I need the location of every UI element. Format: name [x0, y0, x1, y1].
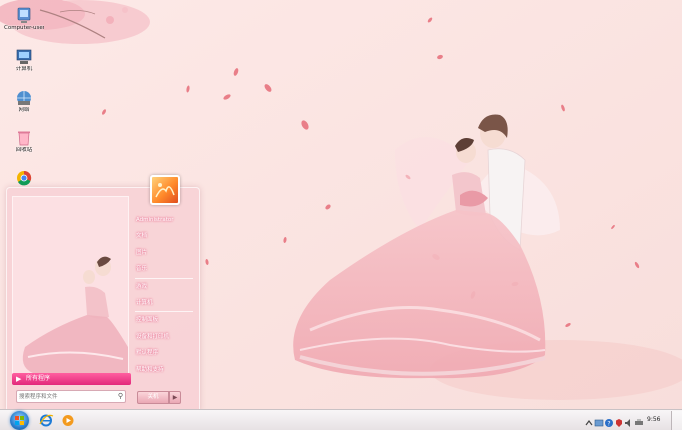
menu-item-help-support[interactable]: 帮助和支持 [131, 362, 197, 378]
menu-wallpaper-image [13, 197, 128, 373]
tray-security-icon[interactable] [614, 414, 624, 427]
search-icon[interactable]: ⚲ [118, 391, 123, 402]
menu-item-pictures[interactable]: 图片 [131, 245, 197, 261]
menu-item-default-programs[interactable]: 默认程序 [131, 345, 197, 361]
start-menu: ▶ 所有程序 ⚲ Administrator 文档 图片 音乐 游戏 计算机 控… [6, 187, 200, 412]
menu-item-games[interactable]: 游戏 [131, 279, 197, 295]
tray-volume-icon[interactable] [624, 414, 634, 427]
network-icon [17, 91, 31, 105]
all-programs-button[interactable]: ▶ 所有程序 [12, 373, 131, 385]
taskbar-ie-button[interactable] [38, 413, 54, 428]
menu-item-documents[interactable]: 文档 [131, 228, 197, 244]
menu-item-devices-printers[interactable]: 设备和打印机 [131, 329, 197, 345]
tray-printer-icon[interactable] [634, 414, 644, 426]
desktop-icon-label: 回收站 [15, 147, 33, 153]
all-programs-label: 所有程序 [26, 375, 51, 382]
media-player-icon [62, 415, 74, 426]
start-search-input[interactable] [19, 391, 111, 402]
menu-item-computer[interactable]: 计算机 [131, 295, 197, 311]
recycle-bin-icon [18, 131, 30, 146]
menu-item-control-panel[interactable]: 控制面板 [131, 312, 197, 328]
desktop-icon-recycle-bin[interactable]: 回收站 [4, 129, 44, 154]
desktop-icon-computer2[interactable]: 计算机 [4, 48, 44, 73]
taskbar-clock[interactable]: 9:56 [647, 415, 660, 425]
windows-logo-icon [15, 416, 24, 425]
tray-help-icon[interactable]: ? [604, 414, 614, 427]
taskbar-media-button[interactable] [60, 413, 76, 428]
user-avatar-icon [155, 183, 175, 198]
pc-icon [16, 49, 32, 64]
desktop-icon-computer[interactable]: Computer-user [4, 7, 44, 32]
ie-icon [39, 414, 54, 427]
desktop-icon-browser[interactable] [4, 169, 44, 187]
start-button[interactable] [10, 411, 29, 430]
arrow-right-icon: ▶ [16, 375, 22, 383]
show-desktop-button[interactable] [671, 411, 682, 430]
desktop: Computer-user 计算机 网络 回收站 ▶ 所有程序 搜索程序和文件 … [0, 0, 682, 430]
start-search-box[interactable]: ⚲ [16, 390, 126, 403]
tray-network-icon[interactable] [594, 414, 604, 427]
start-menu-places-pane: Administrator 文档 图片 音乐 游戏 计算机 控制面板 设备和打印… [131, 212, 197, 378]
tray-expand-icon[interactable] [584, 414, 594, 426]
desktop-icon-label: 网络 [18, 107, 30, 113]
monitor-icon [17, 7, 31, 23]
shutdown-button[interactable]: 关机 [137, 391, 169, 404]
desktop-icon-network[interactable]: 网络 [4, 89, 44, 114]
desktop-icon-label: Computer-user [4, 25, 44, 31]
shutdown-options-button[interactable]: ▶ [169, 391, 181, 404]
browser-icon [17, 170, 32, 186]
taskbar: ? 9:56 [0, 409, 682, 430]
menu-item-music[interactable]: 音乐 [131, 261, 197, 277]
svg-text:?: ? [607, 420, 610, 427]
start-menu-programs-pane [12, 196, 129, 374]
desktop-icon-label: 计算机 [15, 66, 33, 72]
user-picture-tile[interactable] [150, 175, 180, 205]
menu-item-user[interactable]: Administrator [131, 212, 197, 228]
